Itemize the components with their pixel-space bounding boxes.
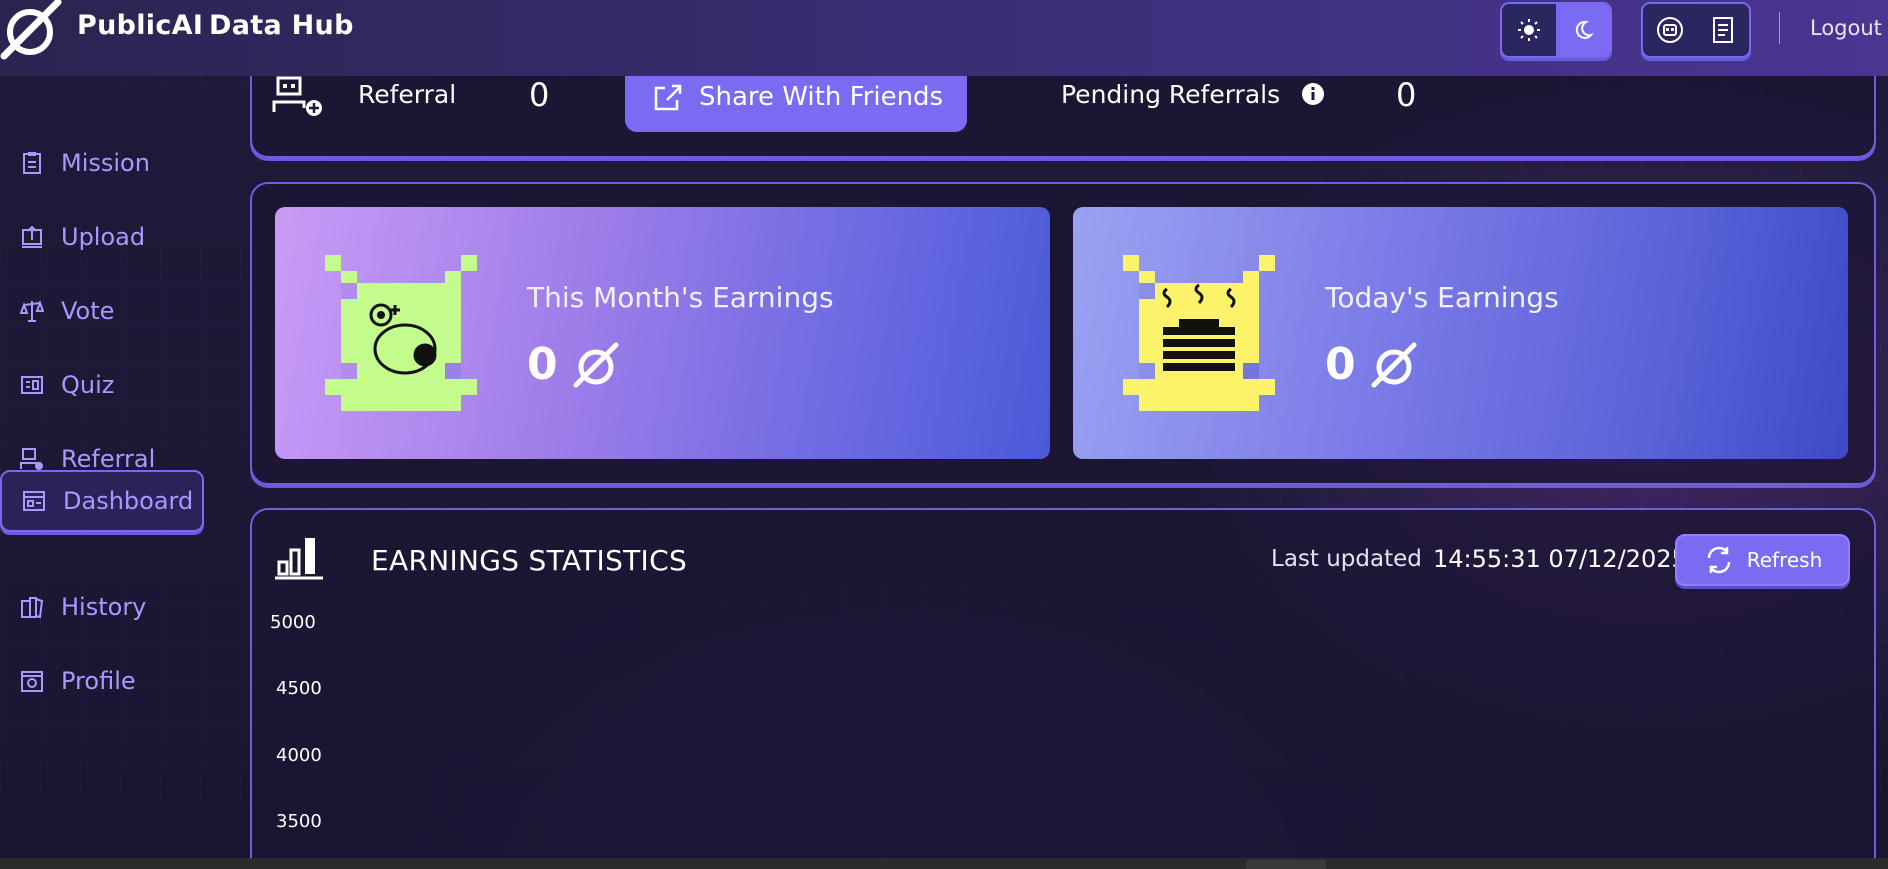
taskbar-item[interactable] [1246, 860, 1326, 869]
info-icon[interactable] [1301, 82, 1325, 106]
last-updated-label: Last updated [1271, 546, 1422, 572]
y-tick-label: 5000 [270, 612, 316, 633]
earnings-value: 0 [1325, 339, 1356, 390]
y-tick-label: 3500 [276, 811, 322, 832]
sidebar-item-label: Mission [61, 149, 150, 177]
earnings-value: 0 [527, 339, 558, 390]
y-tick-label: 4000 [276, 745, 322, 766]
publicai-token-icon [1371, 342, 1417, 387]
publicai-token-icon [573, 342, 619, 387]
theme-toggle[interactable] [1500, 2, 1612, 58]
top-header: PublicAI Data Hub Logout [0, 0, 1888, 76]
earnings-title: Today's Earnings [1325, 281, 1559, 314]
brand-name[interactable]: PublicAI [77, 10, 203, 41]
today-earnings-card: Today's Earnings 0 [1073, 207, 1848, 459]
clipboard-icon [20, 151, 44, 175]
logout-button[interactable]: Logout [1810, 16, 1882, 40]
scales-icon [20, 299, 44, 323]
sidebar-item-mission[interactable]: Mission [0, 132, 204, 194]
refresh-button-label: Refresh [1746, 548, 1823, 572]
sidebar-item-profile[interactable]: Profile [0, 650, 204, 712]
moon-icon[interactable] [1556, 4, 1610, 56]
profile-icon [20, 669, 44, 693]
pending-referrals-label: Pending Referrals [1061, 80, 1281, 109]
sun-icon[interactable] [1502, 4, 1556, 56]
last-updated-timestamp: 14:55:31 07/12/2025 [1433, 545, 1687, 573]
brand-subtitle: Data Hub [209, 10, 354, 41]
referral-add-icon [272, 76, 322, 116]
sidebar-item-label: Profile [61, 667, 136, 695]
upload-icon [20, 225, 44, 249]
bar-chart-icon [275, 538, 323, 580]
sidebar-item-quiz[interactable]: Quiz [0, 354, 204, 416]
sidebar-item-label: Referral [61, 445, 156, 473]
history-icon [20, 595, 44, 619]
sidebar-item-label: Quiz [61, 371, 115, 399]
sidebar-item-vote[interactable]: Vote [0, 280, 204, 342]
earnings-amount: 0 [527, 339, 620, 390]
piggy-bank-icon [325, 255, 477, 411]
referral-label: Referral [358, 80, 457, 109]
refresh-icon [1707, 546, 1730, 574]
pending-referrals-count: 0 [1396, 76, 1417, 114]
avatar-icon[interactable] [1654, 14, 1686, 46]
sidebar-item-label: Dashboard [63, 487, 194, 515]
share-button-label: Share With Friends [699, 82, 944, 112]
refresh-button[interactable]: Refresh [1675, 534, 1850, 586]
this-month-earnings-card: This Month's Earnings 0 [275, 207, 1050, 459]
earnings-title: This Month's Earnings [527, 281, 834, 314]
os-taskbar [0, 858, 1888, 869]
sidebar-item-dashboard[interactable]: Dashboard [0, 470, 204, 532]
earnings-statistics-title: EARNINGS STATISTICS [371, 544, 688, 577]
y-tick-label: 4500 [276, 678, 322, 699]
sidebar-item-label: Vote [61, 297, 115, 325]
quiz-icon [20, 373, 44, 397]
sidebar-item-upload[interactable]: Upload [0, 206, 204, 268]
cash-stack-icon [1123, 255, 1275, 411]
share-icon [654, 84, 682, 111]
sidebar-item-history[interactable]: History [0, 576, 204, 638]
header-divider [1779, 12, 1780, 44]
publicai-logo-icon[interactable] [0, 0, 62, 60]
sidebar-item-label: Upload [61, 223, 146, 251]
sidebar-item-label: History [61, 593, 147, 621]
referral-count: 0 [529, 76, 550, 114]
sidebar: Mission Upload Vote Quiz Referral Dashbo… [0, 76, 230, 869]
dashboard-icon [22, 489, 46, 513]
document-icon[interactable] [1707, 14, 1739, 46]
referral-icon [20, 447, 44, 471]
header-quick-icons [1641, 2, 1751, 58]
earnings-amount: 0 [1325, 339, 1418, 390]
